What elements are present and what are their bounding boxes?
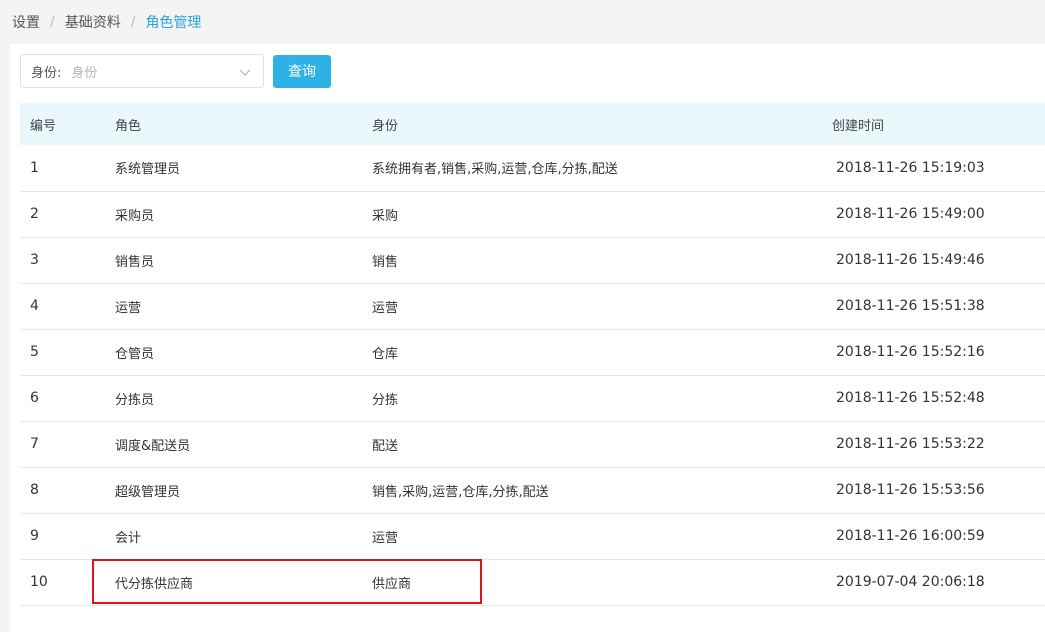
- cell-identity: 销售: [372, 254, 399, 270]
- cell-created-time: 2018-11-26 15:52:48: [836, 390, 985, 406]
- identity-label: 身份:: [31, 65, 62, 81]
- cell-role: 会计: [115, 530, 142, 546]
- breadcrumb: 设置 / 基础资料 / 角色管理: [0, 0, 1045, 44]
- cell-created-time: 2018-11-26 15:53:56: [836, 482, 985, 498]
- header-id[interactable]: 编号: [20, 103, 115, 145]
- cell-id: 6: [30, 390, 39, 406]
- table-row[interactable]: 8 超级管理员 销售,采购,运营,仓库,分拣,配送 2018-11-26 15:53:…: [20, 467, 1045, 513]
- table-row[interactable]: 4 运营 运营 2018-11-26 15:51:38: [20, 283, 1045, 329]
- identity-select[interactable]: 身份: 身份: [20, 54, 264, 88]
- cell-identity: 系统拥有者,销售,采购,运营,仓库,分拣,配送: [372, 162, 618, 178]
- identity-placeholder: 身份: [71, 65, 98, 81]
- cell-identity: 配送: [372, 438, 399, 454]
- cell-id: 2: [30, 206, 39, 222]
- roles-table: 编号 角色 身份 创建时间 1 系统管理员 系统拥有者,销售,采购,运营,仓库,分拣…: [20, 103, 1045, 606]
- header-role[interactable]: 角色: [115, 103, 372, 145]
- breadcrumb-separator: /: [130, 14, 136, 30]
- breadcrumb-item-basic-data[interactable]: 基础资料: [65, 12, 121, 32]
- table-row[interactable]: 5 仓管员 仓库 2018-11-26 15:52:16: [20, 329, 1045, 375]
- cell-role: 调度&配送员: [115, 438, 191, 454]
- cell-role: 系统管理员: [115, 162, 181, 178]
- cell-created-time: 2018-11-26 15:49:00: [836, 206, 985, 222]
- chevron-down-icon: [239, 69, 251, 76]
- filter-toolbar: 身份: 身份 查询: [20, 54, 331, 88]
- table-row[interactable]: 10 代分拣供应商 供应商 2019-07-04 20:06:18: [20, 559, 1045, 605]
- cell-identity: 分拣: [372, 392, 399, 408]
- cell-id: 8: [30, 482, 39, 498]
- cell-identity: 运营: [372, 530, 399, 546]
- cell-id: 7: [30, 436, 39, 452]
- cell-identity: 销售,采购,运营,仓库,分拣,配送: [372, 484, 549, 500]
- cell-role: 分拣员: [115, 392, 155, 408]
- cell-id: 9: [30, 528, 39, 544]
- table-row[interactable]: 1 系统管理员 系统拥有者,销售,采购,运营,仓库,分拣,配送 2018-11-26 …: [20, 145, 1045, 191]
- cell-role: 运营: [115, 300, 142, 316]
- header-created-time[interactable]: 创建时间: [832, 103, 1045, 145]
- table-row[interactable]: 2 采购员 采购 2018-11-26 15:49:00: [20, 191, 1045, 237]
- cell-created-time: 2018-11-26 16:00:59: [836, 528, 985, 544]
- header-identity[interactable]: 身份: [372, 103, 832, 145]
- breadcrumb-item-role-management: 角色管理: [145, 15, 202, 31]
- cell-identity: 运营: [372, 300, 399, 316]
- table-row[interactable]: 6 分拣员 分拣 2018-11-26 15:52:48: [20, 375, 1045, 421]
- main-panel: 身份: 身份 查询 编号 角色 身份 创建时间 1 系统管理员 系统拥有者,销售,采…: [10, 44, 1045, 632]
- cell-created-time: 2018-11-26 15:49:46: [836, 252, 985, 268]
- cell-id: 1: [30, 159, 39, 176]
- cell-id: 4: [30, 298, 39, 314]
- cell-identity: 供应商: [372, 576, 412, 592]
- query-button[interactable]: 查询: [273, 54, 331, 88]
- cell-role: 仓管员: [115, 346, 155, 362]
- table-header-row: 编号 角色 身份 创建时间: [20, 103, 1045, 145]
- cell-created-time: 2019-07-04 20:06:18: [836, 574, 985, 590]
- table-row[interactable]: 3 销售员 销售 2018-11-26 15:49:46: [20, 237, 1045, 283]
- cell-identity: 采购: [372, 208, 399, 224]
- cell-created-time: 2018-11-26 15:19:03: [836, 159, 985, 176]
- cell-id: 5: [30, 344, 39, 360]
- cell-created-time: 2018-11-26 15:53:22: [836, 436, 985, 452]
- cell-role: 代分拣供应商: [115, 576, 194, 592]
- table-row[interactable]: 9 会计 运营 2018-11-26 16:00:59: [20, 513, 1045, 559]
- cell-created-time: 2018-11-26 15:52:16: [836, 344, 985, 360]
- cell-created-time: 2018-11-26 15:51:38: [836, 298, 985, 314]
- cell-role: 超级管理员: [115, 484, 181, 500]
- cell-id: 10: [30, 574, 48, 590]
- cell-identity: 仓库: [372, 346, 399, 362]
- breadcrumb-separator: /: [50, 14, 55, 30]
- breadcrumb-item-settings[interactable]: 设置: [12, 12, 40, 32]
- cell-id: 3: [30, 252, 39, 268]
- cell-role: 销售员: [115, 254, 155, 270]
- table-row[interactable]: 7 调度&配送员 配送 2018-11-26 15:53:22: [20, 421, 1045, 467]
- cell-role: 采购员: [115, 208, 155, 224]
